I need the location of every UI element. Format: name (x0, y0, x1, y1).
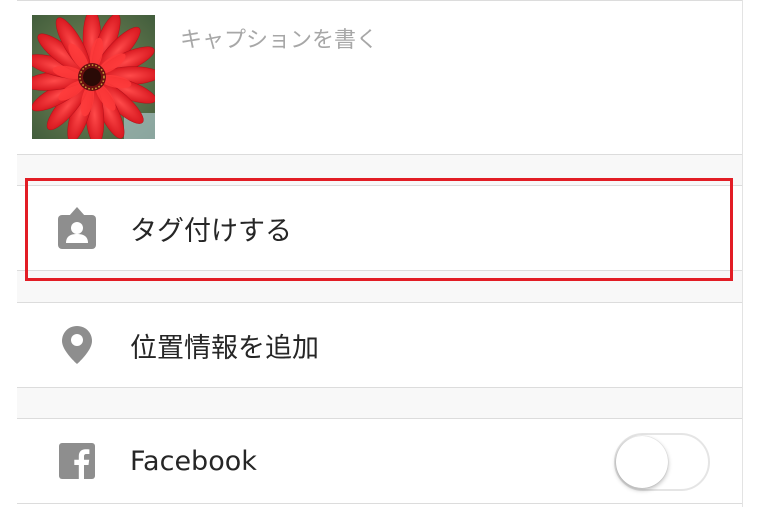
facebook-label: Facebook (130, 445, 257, 477)
caption-composer (17, 1, 742, 154)
divider (17, 503, 742, 504)
section-gap (17, 155, 742, 185)
facebook-share-row: Facebook (17, 419, 742, 503)
caption-input[interactable] (180, 23, 720, 57)
tag-people-label: タグ付けする (130, 215, 292, 247)
facebook-share-toggle[interactable] (614, 433, 710, 491)
section-gap (17, 271, 742, 302)
tag-person-icon (53, 204, 101, 252)
tag-people-row[interactable]: タグ付けする (17, 186, 742, 270)
section-gap (17, 388, 742, 418)
add-location-row[interactable]: 位置情報を追加 (17, 303, 742, 387)
toggle-knob (616, 436, 668, 488)
facebook-icon (53, 437, 101, 485)
photo-thumbnail[interactable] (32, 15, 155, 139)
add-location-label: 位置情報を追加 (130, 332, 319, 364)
post-options-panel: タグ付けする 位置情報を追加 F (17, 0, 743, 507)
location-pin-icon (53, 321, 101, 369)
new-post-screen: タグ付けする 位置情報を追加 F (0, 0, 760, 507)
